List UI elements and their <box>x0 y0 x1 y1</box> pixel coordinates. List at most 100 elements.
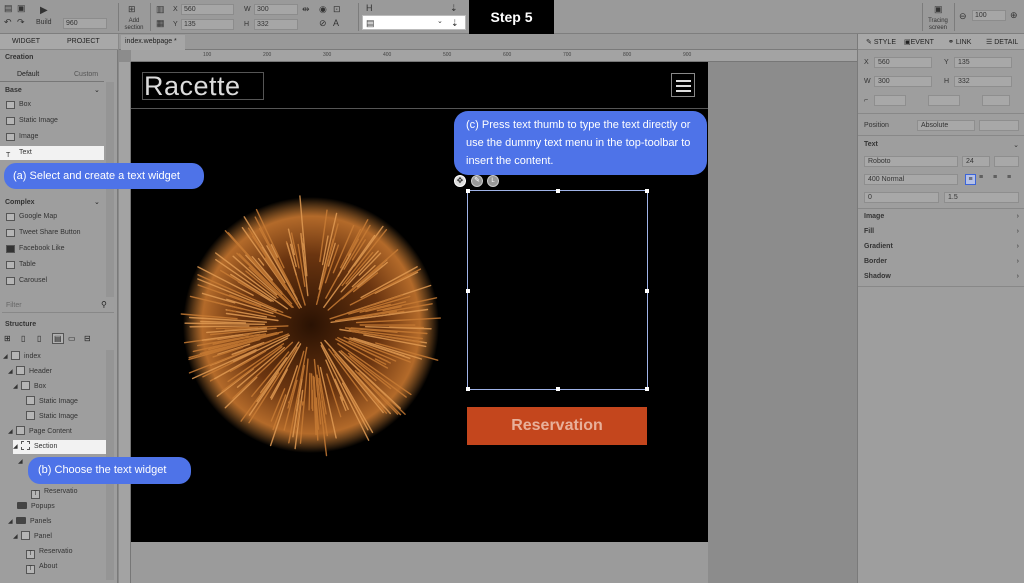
image-section-header[interactable]: Image › <box>864 213 1019 220</box>
border-section-header[interactable]: Border › <box>864 258 1019 265</box>
x-input[interactable]: 560 <box>874 57 932 68</box>
trash-icon[interactable]: ⊟ <box>84 334 91 343</box>
text-style-icon[interactable]: A <box>333 18 339 28</box>
font-weight-select[interactable]: 400 Normal <box>864 174 958 185</box>
detail-tab[interactable]: ☰ DETAIL <box>986 38 1018 46</box>
widget-table[interactable]: Table <box>0 258 104 272</box>
widget-image[interactable]: Image <box>0 130 104 144</box>
y-input[interactable]: 135 <box>954 57 1012 68</box>
h-input[interactable]: 332 <box>954 76 1012 87</box>
visibility-icon[interactable]: ◉ <box>319 4 327 14</box>
style-tab[interactable]: ✎ STYLE <box>866 38 896 46</box>
position-select[interactable]: Absolute <box>917 120 975 131</box>
align-right-icon[interactable]: ≡ <box>993 174 997 181</box>
tracing-icon[interactable]: ▣ <box>934 4 943 14</box>
hide-icon[interactable]: ⊘ <box>319 18 327 28</box>
widget-text[interactable]: T Text <box>0 146 104 160</box>
tree-item[interactable]: Popups <box>17 500 55 514</box>
y-input[interactable]: 135 <box>181 19 234 30</box>
tree-item[interactable]: T Reservatio <box>31 485 77 499</box>
page-icon[interactable]: ▯ <box>37 334 41 343</box>
justify-icon[interactable]: ≡ <box>1007 174 1011 181</box>
undo-icon[interactable]: ↶ <box>4 17 12 27</box>
widget-tab[interactable]: WIDGET <box>12 38 40 45</box>
link-tab[interactable]: ⚭ LINK <box>948 38 971 46</box>
add-section-button[interactable]: Add section <box>123 18 145 32</box>
text-thumb-icon[interactable]: ✥ <box>454 175 466 187</box>
align-center-icon[interactable]: ≡ <box>979 174 983 181</box>
tree-item[interactable]: T Reservatio <box>26 545 72 559</box>
tracing-screen-button[interactable]: Tracing screen <box>926 18 950 32</box>
tree-item[interactable]: ◢ Panel <box>13 530 52 544</box>
resize-icon[interactable]: ⇹ <box>302 4 310 14</box>
event-tab[interactable]: ▣EVENT <box>904 38 934 46</box>
text-section-header[interactable]: Text ⌄ <box>864 141 1019 149</box>
tree-item[interactable]: ◢ <box>18 455 26 469</box>
copy-icon[interactable]: ▭ <box>68 334 76 343</box>
font-size-select[interactable]: 24 <box>962 156 990 167</box>
widget-list-scrollbar[interactable] <box>106 82 114 297</box>
distribute-icon[interactable]: ▦ <box>156 18 165 28</box>
tree-item[interactable]: T About <box>26 560 57 574</box>
heading-icon[interactable]: H <box>366 3 373 13</box>
zoom-in-icon[interactable]: ⊕ <box>1010 10 1018 20</box>
tree-item-section[interactable]: ◢ Section <box>13 440 114 454</box>
zoom-icon[interactable]: ⊖ <box>959 11 967 21</box>
widget-carousel[interactable]: Carousel <box>0 274 104 288</box>
logo-box[interactable]: Racette <box>142 71 264 101</box>
chevron-down-icon[interactable]: ⌄ <box>94 198 100 206</box>
save-icon[interactable]: ▣ <box>17 3 26 13</box>
tree-item[interactable]: ◢ index <box>3 350 41 364</box>
open-icon[interactable]: ▤ <box>4 3 13 13</box>
spaghetti-image[interactable] <box>171 190 451 460</box>
edit-icon[interactable]: ✎ <box>471 175 483 187</box>
tree-item[interactable]: Static Image <box>26 410 78 424</box>
build-button[interactable]: Build <box>36 19 52 26</box>
tree-item[interactable]: ◢ Header <box>8 365 52 379</box>
h-input[interactable]: 332 <box>254 19 298 30</box>
page-icon[interactable]: ▯ <box>21 334 25 343</box>
w-input[interactable]: 300 <box>254 4 298 15</box>
widget-facebook-like[interactable]: Facebook Like <box>0 242 104 256</box>
width-select[interactable]: 960 <box>63 18 107 29</box>
dummy-text-menu[interactable]: ▤ ⌄ ⇣ <box>362 15 466 30</box>
rotation-input[interactable] <box>982 95 1010 106</box>
letter-spacing-input[interactable]: 0 <box>864 192 939 203</box>
widget-static-image[interactable]: Static Image <box>0 114 104 128</box>
reservation-button[interactable]: Reservation <box>467 407 647 445</box>
add-section-icon[interactable]: ⊞ <box>128 4 136 14</box>
lock-icon[interactable]: ⊡ <box>333 4 341 14</box>
hamburger-menu-icon[interactable] <box>671 73 695 97</box>
sort-icon[interactable]: ⇣ <box>450 3 458 13</box>
align-icon[interactable]: ▥ <box>156 4 165 14</box>
w-input[interactable]: 300 <box>874 76 932 87</box>
radius-input[interactable] <box>874 95 906 106</box>
custom-tab[interactable]: Custom <box>74 71 98 78</box>
fill-section-header[interactable]: Fill › <box>864 228 1019 235</box>
gradient-section-header[interactable]: Gradient › <box>864 243 1019 250</box>
widget-tweet-share[interactable]: Tweet Share Button <box>0 226 104 240</box>
tree-item[interactable]: ◢ Panels <box>8 515 51 529</box>
widget-google-map[interactable]: Google Map <box>0 210 104 224</box>
default-tab[interactable]: Default <box>17 71 39 78</box>
link-icon[interactable]: L <box>487 175 499 187</box>
tree-icon[interactable]: ⊞ <box>4 334 11 343</box>
redo-icon[interactable]: ↷ <box>17 17 25 27</box>
widget-box[interactable]: Box <box>0 98 104 112</box>
document-tab[interactable]: index.webpage * <box>121 35 185 50</box>
x-input[interactable]: 560 <box>181 4 234 15</box>
tree-item[interactable]: ◢ Page Content <box>8 425 72 439</box>
line-height-input[interactable]: 1.5 <box>944 192 1019 203</box>
shadow-section-header[interactable]: Shadow › <box>864 273 1019 280</box>
spacing-input[interactable] <box>928 95 960 106</box>
text-color-picker[interactable] <box>994 156 1019 167</box>
position-anchor-select[interactable] <box>979 120 1019 131</box>
filter-input[interactable]: Filter ⚲ <box>2 299 114 313</box>
play-icon[interactable]: ▶ <box>40 6 48 16</box>
section-icon[interactable]: ▤ <box>52 333 64 344</box>
chevron-down-icon[interactable]: ⌄ <box>94 86 100 94</box>
tree-item[interactable]: Static Image <box>26 395 78 409</box>
text-widget-selection[interactable] <box>466 189 649 391</box>
tree-item[interactable]: ◢ Box <box>13 380 46 394</box>
zoom-select[interactable]: 100 <box>972 10 1006 21</box>
